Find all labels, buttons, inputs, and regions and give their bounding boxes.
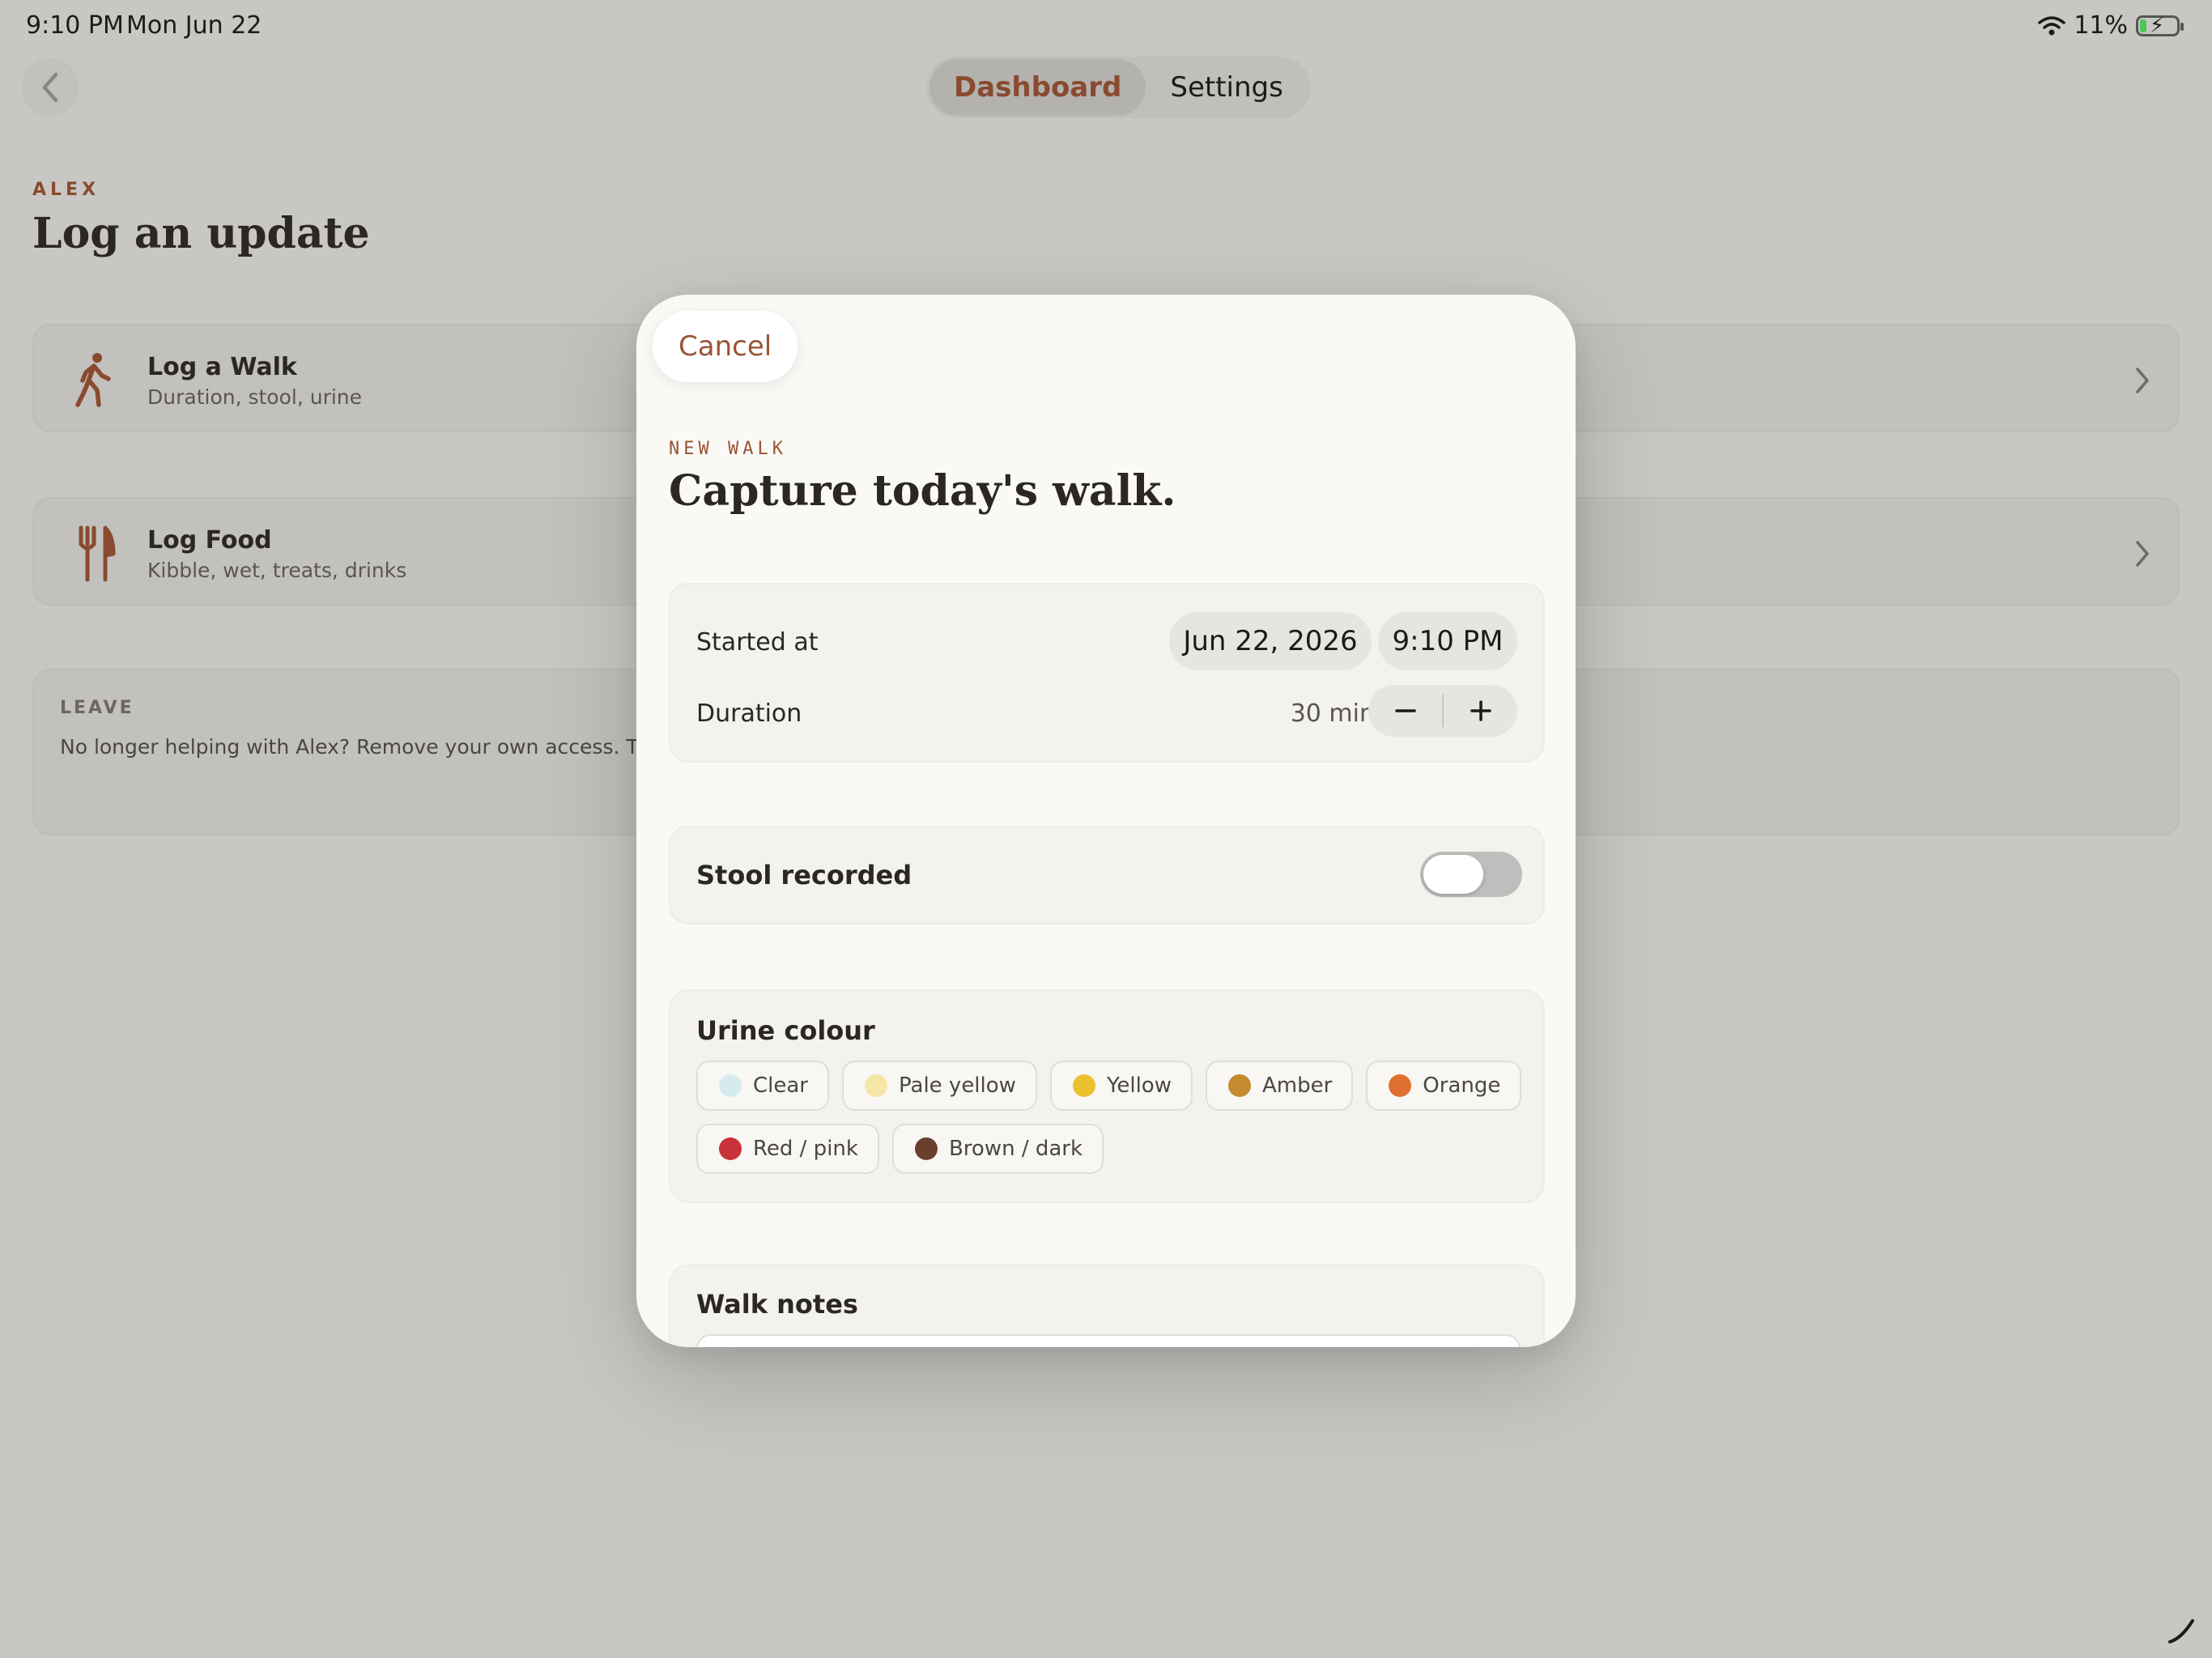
duration-stepper — [1368, 685, 1517, 737]
card-title: Log Food — [147, 526, 272, 555]
card-title: Log a Walk — [147, 353, 297, 381]
pet-name-eyebrow: ALEX — [32, 180, 100, 200]
card-subtitle: Kibble, wet, treats, drinks — [147, 559, 407, 582]
urine-chip-brown-dark[interactable]: Brown / dark — [891, 1124, 1104, 1174]
urine-chip-amber[interactable]: Amber — [1205, 1061, 1354, 1111]
color-swatch-icon — [865, 1074, 887, 1097]
page-title: Log an update — [32, 209, 370, 258]
urine-colour-options: Clear Pale yellow Yellow Amber Orange Re… — [696, 1061, 1522, 1174]
plus-icon — [1470, 700, 1491, 721]
color-swatch-icon — [719, 1074, 742, 1097]
back-button[interactable] — [21, 58, 79, 117]
color-swatch-icon — [719, 1137, 742, 1160]
scribble-icon — [2168, 1619, 2194, 1643]
stool-label: Stool recorded — [696, 860, 912, 891]
date-picker[interactable]: Jun 22, 2026 — [1169, 612, 1372, 670]
chip-label: Orange — [1423, 1073, 1501, 1098]
color-swatch-icon — [914, 1137, 938, 1160]
walk-notes-input[interactable] — [696, 1334, 1521, 1347]
chip-label: Amber — [1261, 1073, 1333, 1098]
notes-section: Walk notes — [669, 1265, 1545, 1347]
leave-label: LEAVE — [60, 698, 134, 718]
chevron-right-icon — [2136, 541, 2149, 567]
status-date: Mon Jun 22 — [126, 11, 262, 40]
time-section: Started at Jun 22, 2026 9:10 PM Duration… — [669, 583, 1545, 763]
tab-dashboard[interactable]: Dashboard — [929, 59, 1146, 116]
walk-notes-label: Walk notes — [696, 1289, 858, 1320]
started-at-label: Started at — [696, 628, 819, 657]
urine-chip-yellow[interactable]: Yellow — [1049, 1061, 1193, 1111]
battery-charging-icon: ⚡ — [2136, 15, 2184, 37]
wifi-icon — [2038, 15, 2066, 35]
chip-label: Clear — [753, 1073, 808, 1098]
duration-label: Duration — [696, 699, 802, 728]
chip-label: Yellow — [1106, 1073, 1172, 1098]
chevron-left-icon — [42, 72, 58, 103]
stool-section: Stool recorded — [669, 826, 1545, 925]
top-segmented-control: Dashboard Settings — [926, 57, 1311, 118]
status-bar: 9:10 PM Mon Jun 22 11% ⚡ — [0, 0, 2212, 52]
minus-icon — [1394, 709, 1416, 712]
increment-button[interactable] — [1444, 685, 1517, 737]
urine-colour-label: Urine colour — [696, 1015, 875, 1046]
new-walk-sheet: Cancel NEW WALK Capture today's walk. St… — [636, 295, 1576, 1347]
color-swatch-icon — [1072, 1074, 1095, 1097]
stool-toggle[interactable] — [1420, 852, 1522, 897]
color-swatch-icon — [1227, 1074, 1251, 1097]
sheet-title: Capture today's walk. — [669, 466, 1176, 516]
chip-label: Pale yellow — [899, 1073, 1016, 1098]
urine-chip-orange[interactable]: Orange — [1366, 1061, 1522, 1111]
chip-label: Brown / dark — [948, 1137, 1083, 1161]
tab-settings[interactable]: Settings — [1146, 59, 1307, 116]
status-indicators: 11% ⚡ — [2038, 11, 2184, 40]
chevron-right-icon — [2136, 368, 2149, 393]
status-time: 9:10 PM — [26, 11, 124, 40]
fork-knife-icon — [79, 525, 116, 582]
color-swatch-icon — [1389, 1074, 1412, 1097]
urine-section: Urine colour Clear Pale yellow Yellow Am… — [669, 989, 1545, 1203]
sheet-eyebrow: NEW WALK — [669, 439, 787, 459]
battery-percentage: 11% — [2074, 11, 2128, 40]
card-subtitle: Duration, stool, urine — [147, 385, 363, 409]
urine-chip-clear[interactable]: Clear — [696, 1061, 829, 1111]
time-picker[interactable]: 9:10 PM — [1378, 612, 1517, 670]
leave-description: No longer helping with Alex? Remove your… — [60, 735, 682, 759]
chip-label: Red / pink — [753, 1137, 858, 1161]
duration-value: 30 min — [1290, 699, 1375, 728]
decrement-button[interactable] — [1368, 685, 1442, 737]
urine-chip-red-pink[interactable]: Red / pink — [696, 1124, 879, 1174]
cancel-button[interactable]: Cancel — [653, 311, 798, 382]
person-walking-icon — [75, 353, 111, 407]
urine-chip-pale-yellow[interactable]: Pale yellow — [842, 1061, 1037, 1111]
toggle-knob — [1423, 855, 1483, 894]
